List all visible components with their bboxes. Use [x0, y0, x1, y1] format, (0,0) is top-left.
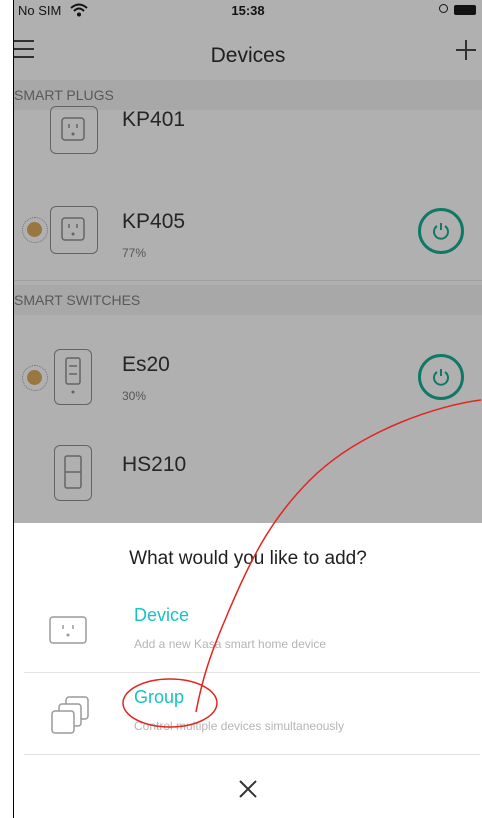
close-icon[interactable]: [237, 778, 259, 800]
add-group-option[interactable]: Group Control multiple devices simultane…: [24, 675, 480, 755]
sheet-title: What would you like to add?: [129, 548, 367, 569]
option-label: Device: [134, 605, 190, 625]
add-device-option[interactable]: Device Add a new Kasa smart home device: [24, 593, 480, 673]
option-description: Add a new Kasa smart home device: [134, 637, 327, 651]
option-label: Group: [134, 687, 185, 707]
modal-overlay[interactable]: [14, 0, 482, 523]
plug-icon: [49, 616, 87, 644]
add-sheet: What would you like to add? Device Add a…: [14, 523, 482, 818]
app-screen: No SIM 15:38 Devices SMART PLUGS KP401 K…: [14, 0, 482, 818]
option-description: Control multiple devices simultaneously: [134, 719, 345, 733]
left-border: [0, 0, 14, 818]
group-icon: [51, 696, 89, 734]
